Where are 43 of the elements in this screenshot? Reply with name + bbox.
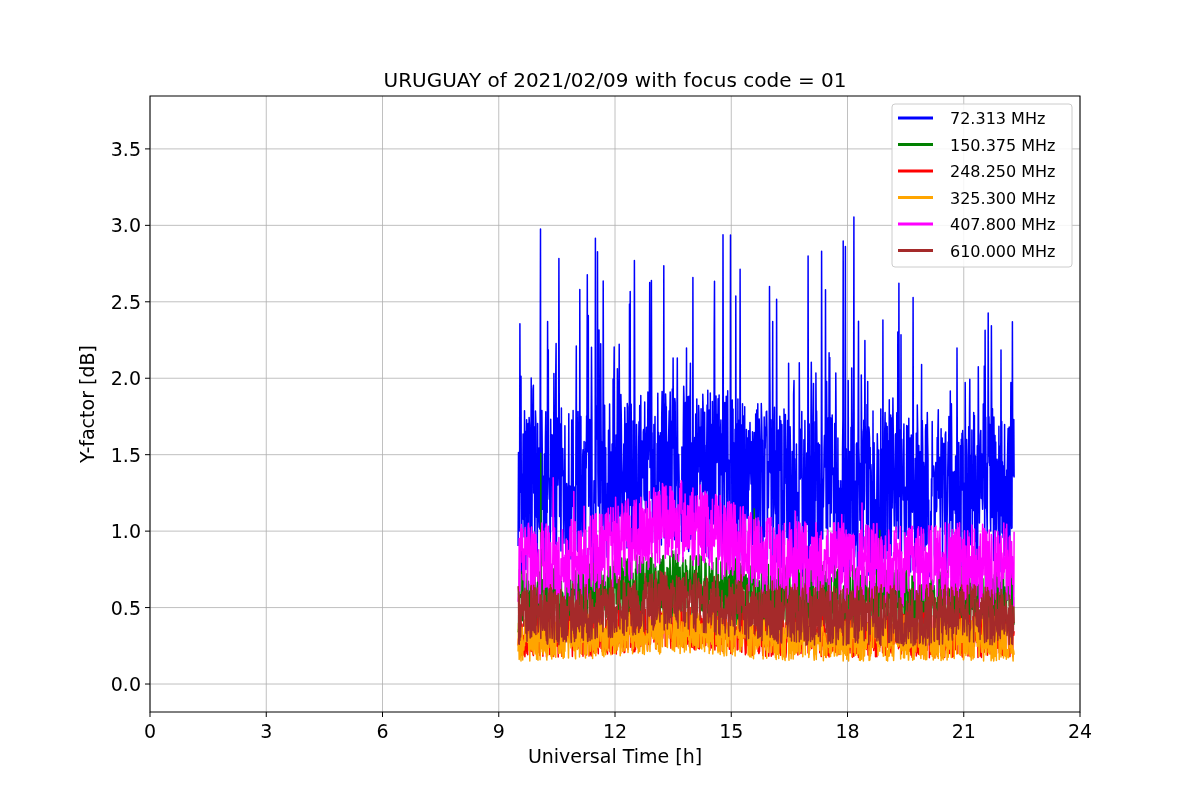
tick-label: 6 xyxy=(376,720,389,742)
tick-mark xyxy=(144,607,151,609)
legend-label: 610.000 MHz xyxy=(950,241,1056,261)
tick-mark xyxy=(144,454,151,456)
tick-mark xyxy=(144,377,151,379)
tick-mark xyxy=(265,711,267,718)
tick-label: 24 xyxy=(1067,720,1093,742)
tick-mark xyxy=(1079,711,1081,718)
tick-mark xyxy=(144,224,151,226)
tick-mark xyxy=(144,683,151,685)
tick-label: 0.0 xyxy=(110,673,141,695)
tick-label: 1.5 xyxy=(110,443,141,466)
chart-title: URUGUAY of 2021/02/09 with focus code = 01 xyxy=(383,68,847,92)
legend-label: 248.250 MHz xyxy=(950,162,1056,181)
tick-mark xyxy=(847,711,848,718)
legend-label: 407.800 MHz xyxy=(950,215,1056,234)
tick-mark xyxy=(498,711,500,718)
axis-label: Universal Time [h] xyxy=(527,745,703,767)
tick-mark xyxy=(144,148,151,150)
tick-mark xyxy=(963,711,965,718)
tick-label: 18 xyxy=(835,720,860,742)
axis-label: Y-factor [dB] xyxy=(76,345,98,463)
tick-mark xyxy=(144,301,151,303)
tick-label: 0.5 xyxy=(110,596,141,619)
tick-label: 1.0 xyxy=(110,520,141,543)
tick-mark xyxy=(149,711,151,718)
tick-label: 21 xyxy=(951,720,976,742)
tick-label: 3.5 xyxy=(110,137,141,160)
legend-label: 72.313 MHz xyxy=(950,109,1046,128)
tick-label: 2.0 xyxy=(110,367,141,390)
tick-mark xyxy=(730,711,732,718)
legend-label: 325.300 MHz xyxy=(950,188,1056,208)
tick-label: 3 xyxy=(260,720,273,742)
tick-label: 2.5 xyxy=(110,290,141,313)
legend-label: 150.375 MHz xyxy=(950,135,1056,155)
tick-label: 3.0 xyxy=(110,214,141,237)
tick-mark xyxy=(614,711,616,718)
tick-label: 9 xyxy=(492,720,505,742)
tick-label: 12 xyxy=(602,720,628,742)
tick-label: 15 xyxy=(719,720,744,742)
tick-mark xyxy=(144,530,151,532)
tick-label: 0 xyxy=(143,720,157,742)
tick-mark xyxy=(382,711,383,718)
